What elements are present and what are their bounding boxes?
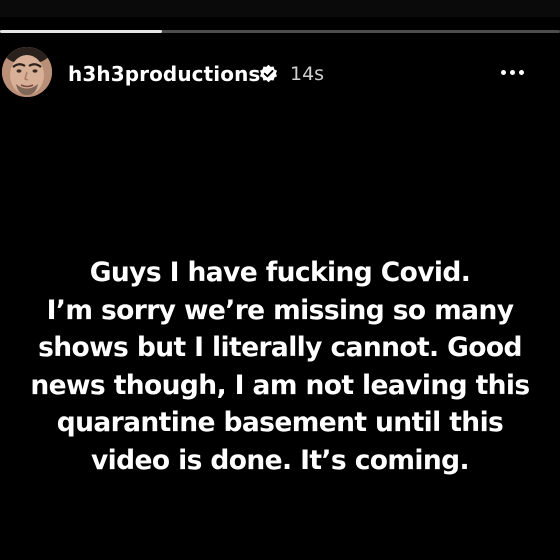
story-progress-bar [0, 30, 560, 33]
more-horizontal-icon [519, 70, 524, 75]
story-caption: Guys I have fucking Covid. I’m sorry we’… [0, 254, 560, 479]
caption-line: news though, I am not leaving this [30, 369, 530, 401]
status-bar-strip [0, 0, 560, 17]
caption-line: quarantine basement until this [56, 407, 504, 438]
caption-line: shows but I literally cannot. Good [38, 332, 522, 363]
caption-line: Guys I have fucking Covid. [89, 257, 471, 288]
story-progress-fill [0, 30, 163, 33]
caption-line: video is done. It’s coming. [90, 444, 470, 476]
story-header: h3h3productions 14s [0, 44, 560, 104]
more-horizontal-icon [501, 70, 506, 75]
more-options-button[interactable] [497, 60, 529, 84]
story-viewer[interactable]: h3h3productions 14s Guys I have fucking … [0, 0, 560, 560]
post-timestamp: 14s [290, 63, 325, 85]
avatar-photo [2, 47, 52, 97]
verified-badge-icon [259, 64, 278, 83]
caption-line: I’m sorry we’re missing so many [46, 294, 514, 326]
avatar[interactable] [2, 47, 52, 97]
more-horizontal-icon [510, 70, 515, 75]
story-username[interactable]: h3h3productions [68, 62, 260, 86]
